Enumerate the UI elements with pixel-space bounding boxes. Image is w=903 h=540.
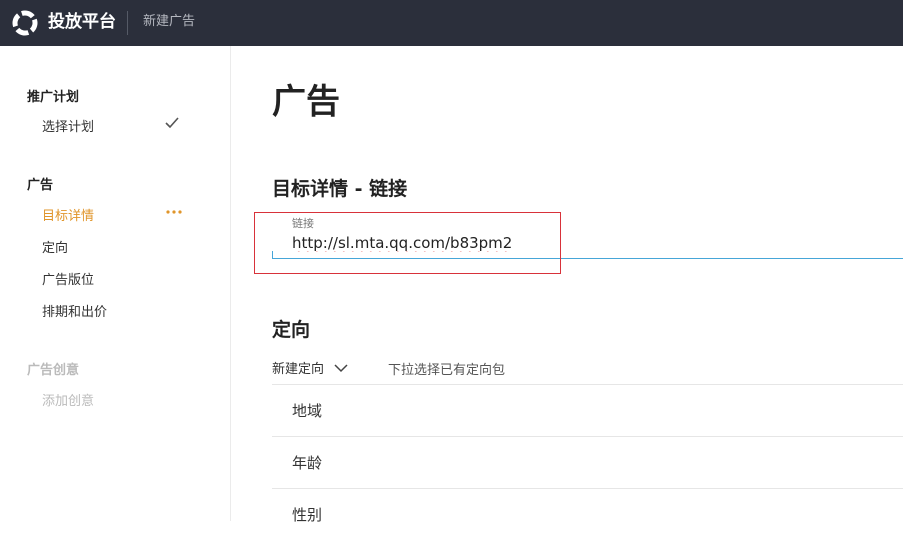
input-underline bbox=[272, 258, 903, 259]
sidebar: 推广计划 选择计划 广告 目标详情 定向 广告版位 排期和出价 广告创意 添加创… bbox=[0, 46, 231, 521]
sidebar-item-select-plan[interactable]: 选择计划 bbox=[42, 116, 94, 135]
sidebar-group-creative: 广告创意 bbox=[27, 363, 80, 378]
link-input[interactable] bbox=[292, 232, 552, 254]
sidebar-item-targeting[interactable]: 定向 bbox=[42, 237, 68, 256]
targeting-list: 地域 年龄 性别 bbox=[272, 384, 903, 540]
top-bar: 投放平台 新建广告 bbox=[0, 0, 903, 46]
sidebar-item-schedule-bid[interactable]: 排期和出价 bbox=[42, 301, 107, 320]
targeting-section-title: 定向 bbox=[272, 319, 311, 341]
check-icon bbox=[165, 117, 179, 129]
header-divider bbox=[127, 11, 128, 35]
sidebar-item-ad-placement[interactable]: 广告版位 bbox=[42, 269, 94, 288]
logo-icon[interactable] bbox=[12, 10, 38, 36]
targeting-row-age[interactable]: 年龄 bbox=[272, 436, 903, 488]
breadcrumb: 新建广告 bbox=[143, 14, 196, 29]
sidebar-group-ad: 广告 bbox=[27, 178, 54, 193]
targeting-package-hint: 下拉选择已有定向包 bbox=[388, 363, 506, 378]
new-targeting-dropdown[interactable]: 新建定向 bbox=[272, 358, 348, 377]
chevron-down-icon bbox=[334, 363, 348, 372]
sidebar-item-add-creative: 添加创意 bbox=[42, 394, 95, 409]
target-section-title: 目标详情 - 链接 bbox=[272, 178, 408, 200]
sidebar-group-plan: 推广计划 bbox=[27, 90, 80, 105]
more-dots-icon bbox=[166, 210, 182, 214]
link-field-label: 链接 bbox=[292, 217, 314, 230]
sidebar-item-target-details[interactable]: 目标详情 bbox=[42, 205, 94, 224]
brand-title[interactable]: 投放平台 bbox=[48, 11, 116, 33]
targeting-row-gender[interactable]: 性别 bbox=[272, 488, 903, 540]
page-title: 广告 bbox=[272, 82, 340, 122]
new-targeting-label: 新建定向 bbox=[272, 362, 325, 377]
targeting-row-region[interactable]: 地域 bbox=[272, 384, 903, 436]
